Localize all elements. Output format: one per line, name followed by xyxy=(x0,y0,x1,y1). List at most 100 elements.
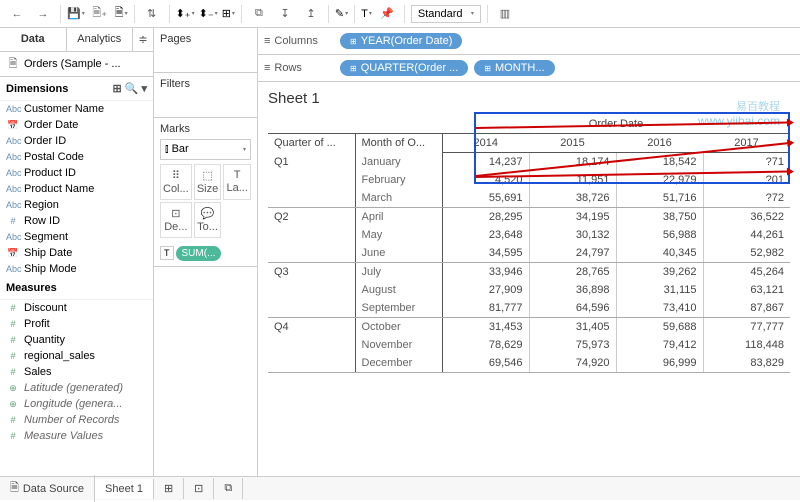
measure-field[interactable]: #Quantity xyxy=(0,332,153,348)
sort-button-2[interactable]: ↥ xyxy=(300,3,322,25)
show-me-button[interactable]: ▥ xyxy=(494,3,516,25)
mark-tooltip[interactable]: 💬To... xyxy=(194,202,222,238)
value-cell[interactable]: 36,898 xyxy=(529,281,616,299)
dimension-field[interactable]: AbcProduct ID xyxy=(0,165,153,181)
dimension-field[interactable]: AbcSegment xyxy=(0,229,153,245)
value-cell[interactable]: 27,909 xyxy=(442,281,529,299)
group-button[interactable]: ⧉ xyxy=(248,3,270,25)
value-cell[interactable]: 4,520 xyxy=(442,171,529,189)
value-cell[interactable]: ?01 xyxy=(703,171,790,189)
value-cell[interactable]: 73,410 xyxy=(616,299,703,318)
dimension-field[interactable]: AbcProduct Name xyxy=(0,181,153,197)
value-cell[interactable]: ?71 xyxy=(703,153,790,172)
dimension-field[interactable]: AbcRegion xyxy=(0,197,153,213)
value-cell[interactable]: 74,920 xyxy=(529,354,616,373)
value-cell[interactable]: 69,546 xyxy=(442,354,529,373)
dimension-field[interactable]: #Row ID xyxy=(0,213,153,229)
tab-analytics[interactable]: Analytics xyxy=(67,28,134,51)
dimension-field[interactable]: AbcPostal Code xyxy=(0,149,153,165)
value-cell[interactable]: 51,716 xyxy=(616,189,703,208)
value-cell[interactable]: 87,867 xyxy=(703,299,790,318)
value-cell[interactable]: 18,174 xyxy=(529,153,616,172)
value-cell[interactable]: 81,777 xyxy=(442,299,529,318)
new-story-tab[interactable]: ⧉ xyxy=(214,478,243,499)
new-dashboard-tab[interactable]: ⊡ xyxy=(184,478,214,499)
menu-icon[interactable]: ▾ xyxy=(141,82,147,95)
value-cell[interactable]: 75,973 xyxy=(529,336,616,354)
measure-field[interactable]: #Profit xyxy=(0,316,153,332)
value-cell[interactable]: 11,951 xyxy=(529,171,616,189)
back-button[interactable]: ← xyxy=(6,3,28,25)
sheet-title[interactable]: Sheet 1 xyxy=(268,90,790,107)
dimension-field[interactable]: AbcCustomer Name xyxy=(0,101,153,117)
measure-field[interactable]: #regional_sales xyxy=(0,348,153,364)
value-cell[interactable]: 64,596 xyxy=(529,299,616,318)
value-cell[interactable]: 39,262 xyxy=(616,263,703,282)
sort-asc-button[interactable]: ⬍₊▾ xyxy=(176,7,195,20)
pill-year-orderdate[interactable]: ⊞YEAR(Order Date) xyxy=(340,33,462,49)
value-cell[interactable]: 24,797 xyxy=(529,244,616,263)
dimension-field[interactable]: AbcOrder ID xyxy=(0,133,153,149)
new-data-button[interactable]: 🗎₊ xyxy=(89,3,111,25)
value-cell[interactable]: 118,448 xyxy=(703,336,790,354)
value-cell[interactable]: 56,988 xyxy=(616,226,703,244)
value-cell[interactable]: 23,648 xyxy=(442,226,529,244)
value-cell[interactable]: 96,999 xyxy=(616,354,703,373)
totals-button[interactable]: ⊞▾ xyxy=(222,7,235,20)
mark-color[interactable]: ⠿Col... xyxy=(160,164,192,200)
measure-field[interactable]: #Number of Records xyxy=(0,412,153,428)
measure-field[interactable]: #Discount xyxy=(0,300,153,316)
value-cell[interactable]: 55,691 xyxy=(442,189,529,208)
measure-field[interactable]: ⊕Longitude (genera... xyxy=(0,396,153,412)
mark-label[interactable]: TLa... xyxy=(223,164,251,200)
value-cell[interactable]: 31,405 xyxy=(529,318,616,337)
value-cell[interactable]: 28,765 xyxy=(529,263,616,282)
value-cell[interactable]: 34,595 xyxy=(442,244,529,263)
pill-quarter[interactable]: ⊞QUARTER(Order ... xyxy=(340,60,468,76)
value-cell[interactable]: 38,750 xyxy=(616,208,703,227)
value-cell[interactable]: 40,345 xyxy=(616,244,703,263)
value-cell[interactable]: ?72 xyxy=(703,189,790,208)
value-cell[interactable]: 31,115 xyxy=(616,281,703,299)
measure-field[interactable]: ⊕Latitude (generated) xyxy=(0,380,153,396)
value-cell[interactable]: 77,777 xyxy=(703,318,790,337)
mark-size[interactable]: ⬚Size xyxy=(194,164,222,200)
swap-button[interactable]: ⇅ xyxy=(141,3,163,25)
sort-desc-button[interactable]: ⬍₋▾ xyxy=(199,7,218,20)
value-cell[interactable]: 22,979 xyxy=(616,171,703,189)
filters-card[interactable]: Filters xyxy=(154,73,257,118)
value-cell[interactable]: 44,261 xyxy=(703,226,790,244)
datasource-selector[interactable]: 🗎 Orders (Sample - ... xyxy=(0,52,153,77)
view-toggle-icon[interactable]: ⊞ xyxy=(113,82,122,95)
pin-button[interactable]: 📌 xyxy=(376,3,398,25)
dimension-field[interactable]: AbcShip Mode xyxy=(0,261,153,277)
forward-button[interactable]: → xyxy=(32,3,54,25)
tab-datasource[interactable]: 🗎Data Source xyxy=(0,475,95,502)
value-cell[interactable]: 38,726 xyxy=(529,189,616,208)
sort-button-1[interactable]: ↧ xyxy=(274,3,296,25)
save-button[interactable]: 💾▾ xyxy=(67,7,85,20)
pill-month[interactable]: ⊞MONTH... xyxy=(474,60,554,76)
value-cell[interactable]: 36,522 xyxy=(703,208,790,227)
value-cell[interactable]: 83,829 xyxy=(703,354,790,373)
mark-detail[interactable]: ⊡De... xyxy=(160,202,192,238)
value-cell[interactable]: 18,542 xyxy=(616,153,703,172)
measure-field[interactable]: #Measure Values xyxy=(0,428,153,444)
value-cell[interactable]: 30,132 xyxy=(529,226,616,244)
new-worksheet-button[interactable]: 🗎▾ xyxy=(115,4,128,23)
value-cell[interactable]: 78,629 xyxy=(442,336,529,354)
columns-shelf[interactable]: ≡Columns ⊞YEAR(Order Date) xyxy=(258,28,800,55)
value-cell[interactable]: 63,121 xyxy=(703,281,790,299)
tab-data[interactable]: Data xyxy=(0,28,67,51)
value-cell[interactable]: 31,453 xyxy=(442,318,529,337)
measure-field[interactable]: #Sales xyxy=(0,364,153,380)
dimension-field[interactable]: 📅Ship Date xyxy=(0,245,153,261)
value-cell[interactable]: 33,946 xyxy=(442,263,529,282)
highlight-button[interactable]: ✎▾ xyxy=(335,7,348,20)
new-worksheet-tab[interactable]: ⊞ xyxy=(154,478,184,499)
value-cell[interactable]: 79,412 xyxy=(616,336,703,354)
value-cell[interactable]: 59,688 xyxy=(616,318,703,337)
value-cell[interactable]: 45,264 xyxy=(703,263,790,282)
pane-menu[interactable]: ≑ xyxy=(133,28,153,51)
search-icon[interactable]: 🔍 xyxy=(125,82,139,95)
